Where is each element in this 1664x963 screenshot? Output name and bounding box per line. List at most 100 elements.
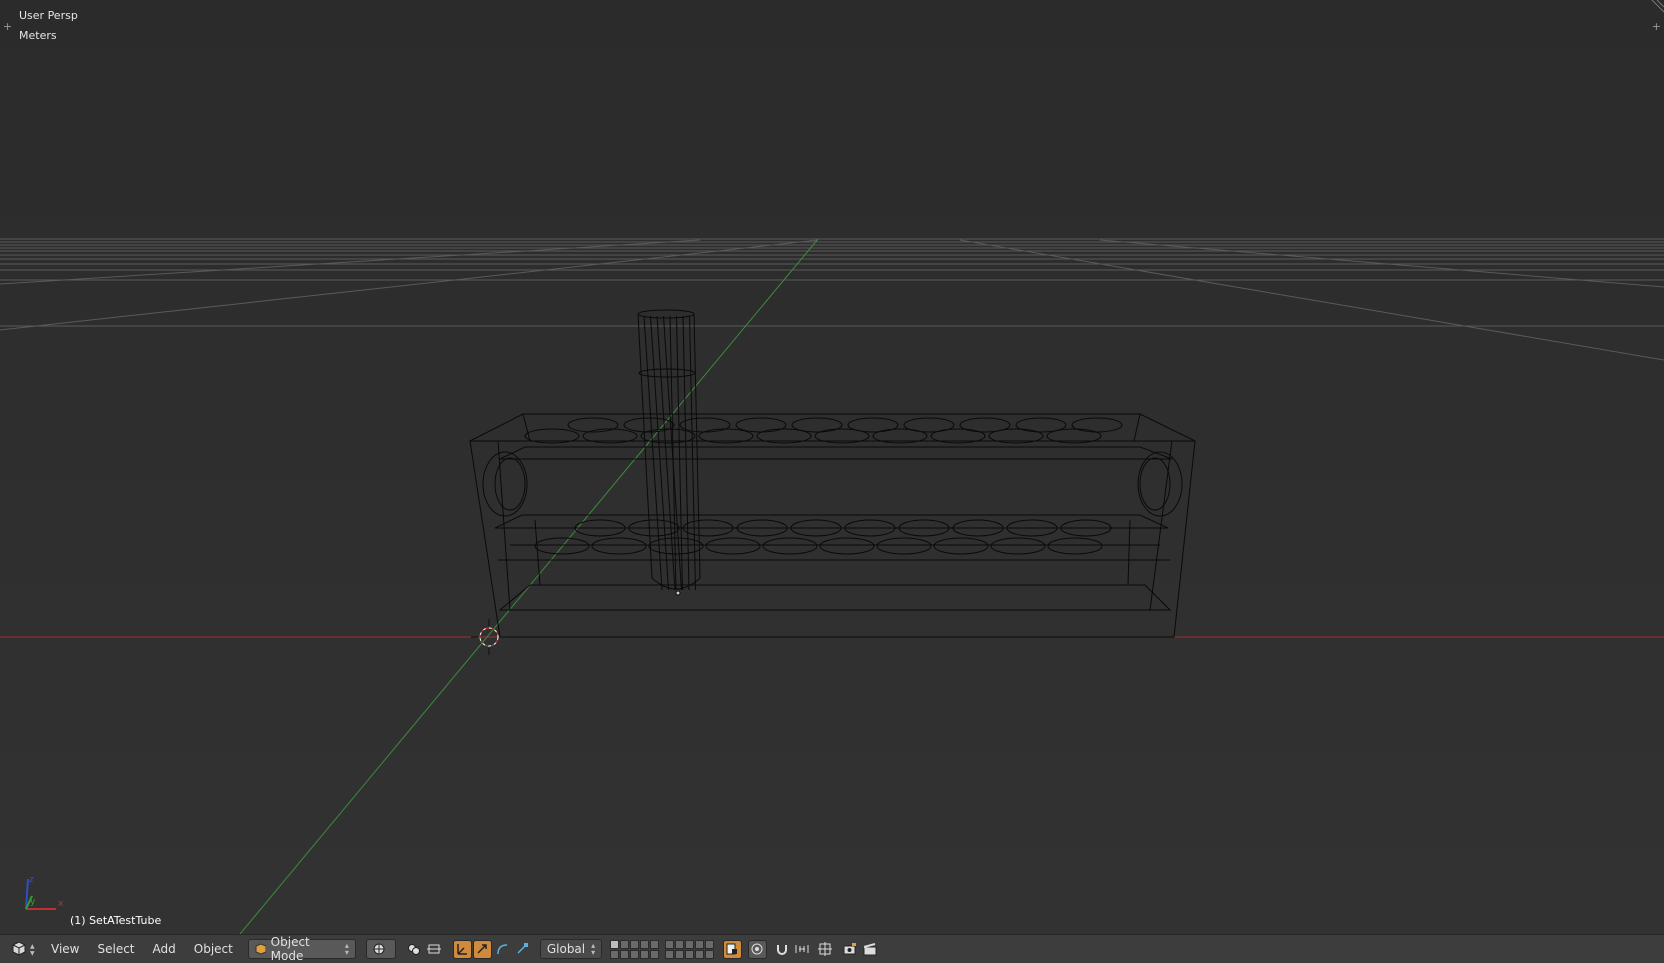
menu-select[interactable]: Select [88,939,143,959]
tube-origin-icon [675,590,681,596]
scene-canvas[interactable] [0,0,1664,934]
floor-grid [0,238,1664,361]
render-opengl-image-button[interactable] [841,940,860,959]
tube-rim [637,309,695,319]
tube-wire [676,315,683,591]
proportional-editing-button[interactable] [747,939,767,959]
rack-edge [499,446,1173,460]
3d-viewport[interactable]: User Persp Meters + + z y x (1) SetATest… [0,0,1664,934]
layer-button[interactable] [664,939,674,949]
snap-target-icon [818,942,833,956]
rack-edge [498,584,1172,611]
active-object-label: (1) SetATestTube [70,914,162,927]
lock-camera-layers-button[interactable] [722,939,742,959]
view-name-label: User Persp [19,9,78,22]
layer-button[interactable] [639,949,649,959]
layers-group-2[interactable] [664,939,714,959]
layer-button[interactable] [639,939,649,949]
layer-button[interactable] [619,939,629,949]
cube-editor-icon: ▲ ▼ [12,941,35,957]
layer-button[interactable] [674,939,684,949]
menu-view[interactable]: View [42,939,88,959]
rack-handle [482,451,528,517]
layer-button[interactable] [664,949,674,959]
rack-hole [534,537,590,555]
rotate-arc-icon [497,944,508,955]
svg-text:▲: ▲ [30,943,35,950]
viewport-header: ▲ ▼ View Select Add Object Object Mode ▴… [0,934,1664,963]
orientation-label: Global [546,942,586,956]
proportional-circle-icon [751,943,763,955]
object-mode-icon [255,943,266,955]
layer-button[interactable] [629,939,639,949]
camera-icon [843,943,857,955]
orientation-dropdown[interactable]: Global ▴ ▾ [539,939,602,959]
layer-button[interactable] [609,939,619,949]
pivot-locations-icon [427,944,442,954]
layers-group-1[interactable] [609,939,659,959]
viewport-shading-dropdown[interactable] [365,939,396,959]
rack-hole [735,417,787,433]
shading-sphere-icon [373,943,385,955]
axis-x-label: x [58,899,64,909]
rack-handle [1137,451,1183,517]
layer-button[interactable] [704,949,714,959]
layer-button[interactable] [674,949,684,959]
rack-hole [591,537,647,555]
layer-button[interactable] [649,939,659,949]
snap-increment-icon [795,945,809,953]
menu-object[interactable]: Object [185,939,242,959]
axis-y-label: y [30,897,36,907]
scale-manipulator-button[interactable] [513,940,532,959]
pivot-icon [408,944,421,955]
layer-button[interactable] [704,939,714,949]
snap-toggle-button[interactable] [773,940,792,959]
layer-button[interactable] [684,939,694,949]
rotate-manipulator-button[interactable] [493,940,512,959]
layer-button[interactable] [694,949,704,959]
render-opengl-animation-button[interactable] [861,940,880,959]
test-tube-rack-wireframe [469,413,1196,638]
rack-hole [819,537,875,555]
mode-dropdown[interactable]: Object Mode ▴ ▾ [247,935,356,963]
axis-z-label: z [29,875,34,885]
rack-hole [876,537,932,555]
tube-wire [669,315,677,591]
layer-button[interactable] [619,949,629,959]
rack-handle [1139,457,1171,511]
scale-icon [517,943,529,954]
editor-type-button[interactable]: ▲ ▼ [8,939,42,959]
tube-wire [682,315,690,591]
units-label: Meters [19,29,57,42]
magnet-icon [777,945,788,955]
axis-gizmo-icon: z y x [25,875,64,910]
layer-button[interactable] [694,939,704,949]
mode-label: Object Mode [270,935,310,963]
area-split-left-icon[interactable]: + [3,20,12,33]
svg-text:▼: ▼ [30,950,35,957]
y-axis-line [239,238,819,934]
rack-hole [990,537,1046,555]
pivot-point-button[interactable] [405,940,424,959]
snap-target-button[interactable] [816,940,835,959]
manipulator-toggle-button[interactable] [452,939,472,959]
snap-element-button[interactable] [793,940,812,959]
rack-hole [567,417,619,433]
menu-add[interactable]: Add [144,939,185,959]
translate-manipulator-button[interactable] [472,939,492,959]
clapperboard-icon [863,943,877,956]
translate-arrow-icon [477,944,488,954]
manipulator-icon [457,944,468,955]
dropdown-arrows-icon: ▴ ▾ [344,941,349,957]
layers-lock-icon [726,943,738,955]
area-corner-icon[interactable] [1650,0,1664,14]
layer-button[interactable] [609,949,619,959]
pivot-only-locations-button[interactable] [425,940,444,959]
dropdown-arrows-icon: ▴ ▾ [591,941,596,957]
layer-button[interactable] [649,949,659,959]
rack-hole [933,537,989,555]
layer-button[interactable] [629,949,639,959]
area-split-right-icon[interactable]: + [1652,20,1661,33]
rack-hole [1047,537,1103,555]
layer-button[interactable] [684,949,694,959]
